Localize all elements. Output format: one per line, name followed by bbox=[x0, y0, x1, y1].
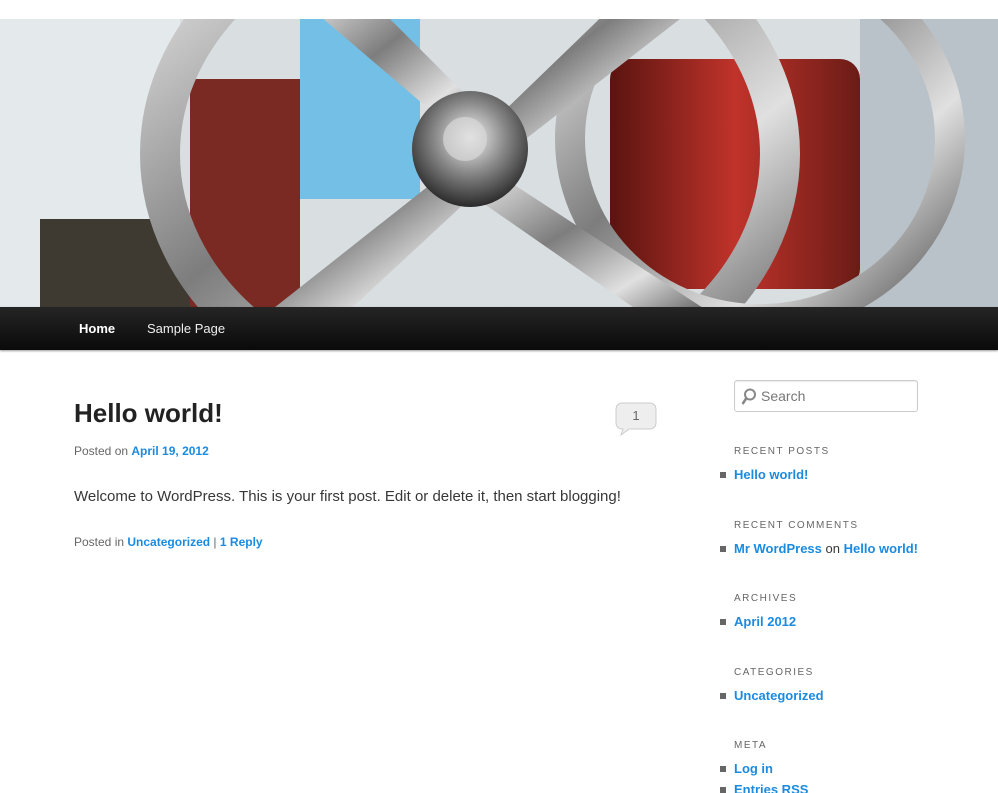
entries-rss-link[interactable]: Entries RSS bbox=[734, 782, 808, 793]
nav-item-sample-page[interactable]: Sample Page bbox=[147, 307, 225, 350]
comment-post-link[interactable]: Hello world! bbox=[844, 541, 918, 556]
meta-title: Meta bbox=[734, 740, 768, 751]
search-form bbox=[734, 380, 918, 412]
categories-title: Categories bbox=[734, 667, 814, 678]
recent-post-link[interactable]: Hello world! bbox=[734, 467, 808, 482]
post-date-link[interactable]: April 19, 2012 bbox=[131, 444, 208, 458]
category-widget-link[interactable]: Uncategorized bbox=[734, 688, 824, 703]
archive-link[interactable]: April 2012 bbox=[734, 614, 796, 629]
search-input[interactable] bbox=[761, 386, 911, 406]
header-image[interactable] bbox=[0, 19, 998, 307]
recent-comments-title: Recent Comments bbox=[734, 520, 859, 531]
bullet bbox=[720, 472, 726, 478]
comment-on-label: on bbox=[825, 541, 840, 556]
posted-in-label: Posted in bbox=[74, 535, 125, 549]
nav-item-home[interactable]: Home bbox=[79, 307, 115, 350]
comment-author-link[interactable]: Mr WordPress bbox=[734, 541, 822, 556]
post-footer-meta: Posted in Uncategorized | 1 Reply bbox=[74, 535, 263, 549]
bullet bbox=[720, 619, 726, 625]
bullet bbox=[720, 693, 726, 699]
archives-title: Archives bbox=[734, 593, 798, 604]
main-navigation: Home Sample Page bbox=[0, 307, 998, 350]
post-content: Welcome to WordPress. This is your first… bbox=[74, 488, 621, 505]
recent-posts-title: Recent Posts bbox=[734, 446, 830, 457]
login-link[interactable]: Log in bbox=[734, 761, 773, 776]
posted-on-label: Posted on bbox=[74, 444, 129, 458]
bullet bbox=[720, 787, 726, 793]
bullet bbox=[720, 546, 726, 552]
recent-comment: Mr WordPress on Hello world! bbox=[734, 541, 918, 556]
post-meta-date: Posted on April 19, 2012 bbox=[74, 444, 209, 458]
search-icon bbox=[741, 388, 756, 405]
meta-separator: | bbox=[213, 535, 217, 549]
comment-count: 1 bbox=[632, 408, 640, 423]
reply-link[interactable]: 1 Reply bbox=[220, 535, 263, 549]
comment-count-bubble[interactable]: 1 bbox=[615, 402, 657, 437]
bullet bbox=[720, 766, 726, 772]
category-link[interactable]: Uncategorized bbox=[127, 535, 210, 549]
post-title[interactable]: Hello world! bbox=[74, 398, 223, 429]
header-photo bbox=[0, 19, 998, 307]
